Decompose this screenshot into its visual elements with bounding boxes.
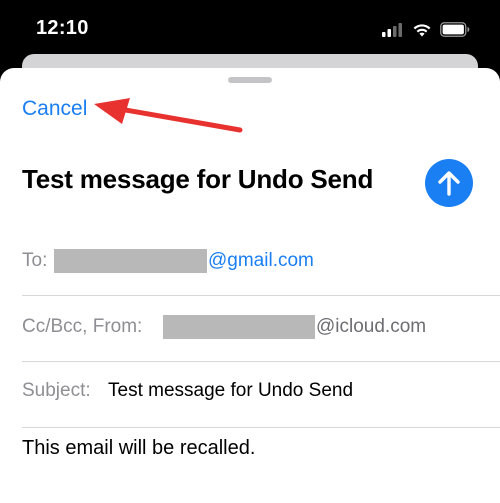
send-button[interactable] <box>425 159 473 207</box>
subject-field[interactable]: Subject: Test message for Undo Send <box>22 362 500 428</box>
message-body[interactable]: This email will be recalled. <box>22 437 255 460</box>
redacted-recipient <box>54 249 207 273</box>
cc-bcc-from-field[interactable]: Cc/Bcc, From: @icloud.com <box>22 296 500 362</box>
cellular-signal-icon <box>382 22 402 37</box>
status-time: 12:10 <box>36 17 89 39</box>
status-icons <box>382 22 470 37</box>
message-title: Test message for Undo Send <box>22 164 374 194</box>
to-label: To: <box>22 250 48 271</box>
from-domain: @icloud.com <box>316 316 427 337</box>
redacted-sender <box>163 315 315 339</box>
sheet-grabber[interactable] <box>228 77 272 83</box>
cancel-button[interactable]: Cancel <box>22 97 87 121</box>
to-domain: @gmail.com <box>208 250 314 271</box>
subject-value: Test message for Undo Send <box>108 380 354 401</box>
wifi-icon <box>413 23 431 36</box>
battery-icon <box>440 22 470 37</box>
subject-label: Subject: <box>22 380 91 401</box>
send-arrow-up-icon <box>438 171 460 196</box>
annotation-arrow-icon <box>94 98 243 133</box>
divider <box>22 427 500 428</box>
mail-compose-screen: 12:10 Cancel Test message for Undo Send … <box>0 0 500 503</box>
status-bar: 12:10 <box>0 0 500 58</box>
cc-bcc-from-label: Cc/Bcc, From: <box>22 316 143 337</box>
compose-sheet: Cancel Test message for Undo Send To: @g… <box>0 68 500 503</box>
to-field[interactable]: To: @gmail.com <box>22 230 500 296</box>
